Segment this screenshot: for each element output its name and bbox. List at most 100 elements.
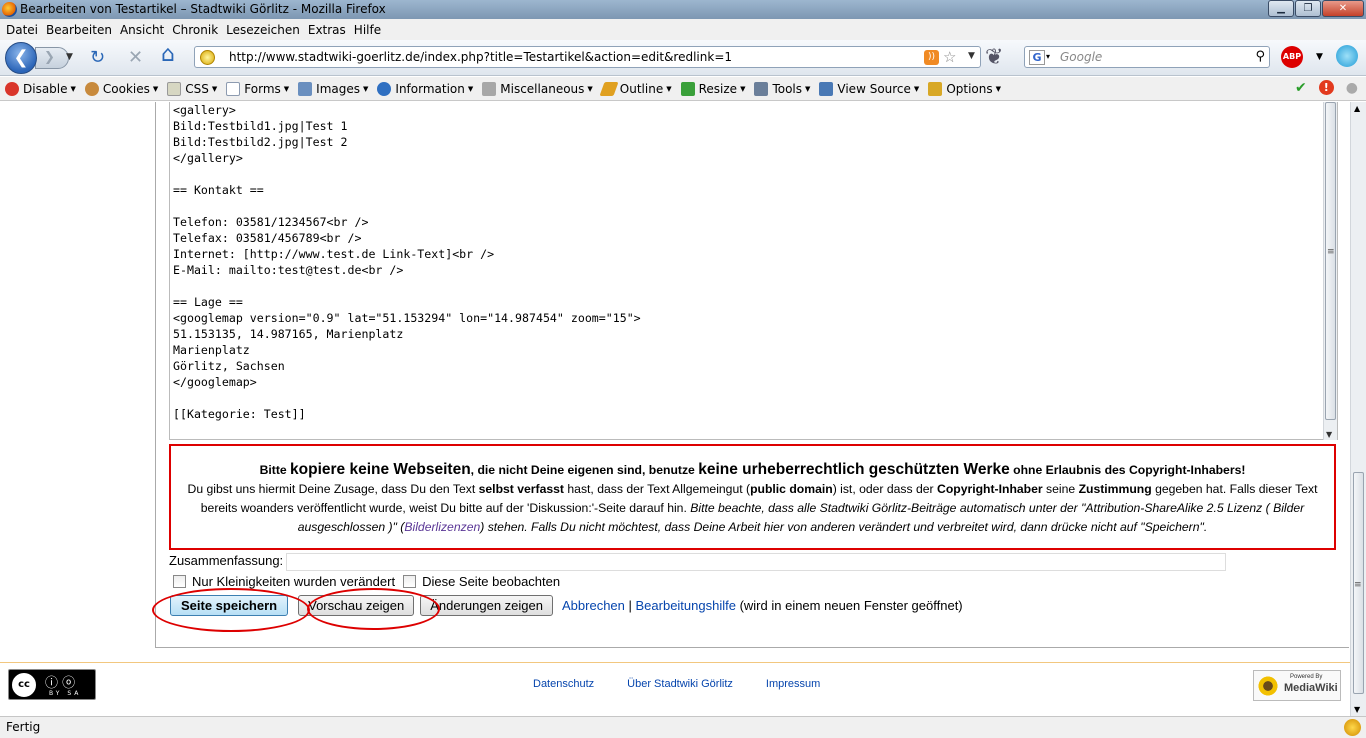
- scroll-down-arrow-icon[interactable]: ▼: [1354, 705, 1360, 714]
- search-engine-icon[interactable]: G: [1029, 50, 1045, 65]
- forms-icon: [226, 81, 241, 96]
- minor-edit-label[interactable]: Nur Kleinigkeiten wurden verändert: [192, 574, 395, 589]
- creative-commons-badge[interactable]: cc ⓘ ⓞ BY SA: [8, 669, 96, 700]
- devbar-options[interactable]: Options ▼: [928, 81, 1002, 96]
- url-text[interactable]: http://www.stadtwiki-goerlitz.de/index.p…: [229, 47, 732, 68]
- devbar-information[interactable]: Information ▼: [377, 81, 473, 96]
- error-icon[interactable]: !: [1318, 80, 1334, 95]
- wikitext-content[interactable]: <gallery> Bild:Testbild1.jpg|Test 1 Bild…: [173, 102, 641, 422]
- outline-pencil-icon: [599, 81, 619, 96]
- summary-input[interactable]: [286, 553, 1226, 571]
- bookmark-star-icon[interactable]: ☆: [943, 48, 956, 66]
- summary-label: Zusammenfassung:: [169, 553, 284, 568]
- devbar-label: Images: [316, 81, 361, 96]
- devbar-label: Disable: [23, 81, 68, 96]
- reload-icon[interactable]: ↻: [90, 48, 105, 68]
- warning-text: hast, dass der Text Allgemeingut (: [564, 482, 751, 496]
- home-icon[interactable]: ⌂: [161, 44, 175, 66]
- editor-scrollbar-thumb[interactable]: [1325, 102, 1336, 420]
- adblock-dropdown-icon[interactable]: ▼: [1316, 52, 1323, 62]
- stop-icon[interactable]: ✕: [128, 48, 143, 68]
- minimize-button[interactable]: ▁: [1268, 0, 1294, 17]
- link-separator: |: [624, 598, 636, 613]
- menu-ansicht[interactable]: Ansicht: [116, 23, 168, 37]
- status-addon-icon[interactable]: [1344, 719, 1361, 736]
- scroll-up-arrow-icon[interactable]: ▲: [1354, 104, 1360, 113]
- forward-button[interactable]: ❯: [35, 47, 69, 69]
- options-key-icon: [928, 81, 943, 96]
- menu-bearbeiten[interactable]: Bearbeiten: [42, 23, 116, 37]
- warning-text: seine: [1042, 482, 1079, 496]
- resize-icon: [680, 81, 695, 96]
- dropdown-arrow-icon: ▼: [995, 84, 1002, 93]
- copyright-warning: Bitte kopiere keine Webseiten, die nicht…: [169, 444, 1336, 550]
- powered-by-label: Powered By: [1290, 674, 1323, 680]
- devbar-cookies[interactable]: Cookies ▼: [84, 81, 158, 96]
- menu-datei[interactable]: Datei: [2, 23, 42, 37]
- dropdown-arrow-icon: ▼: [913, 84, 920, 93]
- search-icon[interactable]: ⚲: [1255, 49, 1265, 64]
- devbar-label: Outline: [619, 81, 664, 96]
- devbar-forms[interactable]: Forms ▼: [226, 81, 289, 96]
- disable-icon: [5, 81, 19, 96]
- window-controls: ▁ ❐ ✕: [1268, 0, 1364, 17]
- copyright-warning-heading: Bitte kopiere keine Webseiten, die nicht…: [177, 460, 1328, 480]
- devbar-label: View Source: [837, 81, 911, 96]
- skype-icon[interactable]: [1336, 45, 1358, 67]
- watch-page-checkbox[interactable]: [403, 575, 417, 588]
- warning-bold: Copyright-Inhaber: [937, 482, 1043, 496]
- valid-check-icon[interactable]: ✔: [1295, 80, 1307, 96]
- devbar-outline[interactable]: Outline ▼: [599, 81, 672, 96]
- footer-link-datenschutz[interactable]: Datenschutz: [533, 678, 594, 690]
- devbar-label: Cookies: [102, 81, 150, 96]
- editing-help-note: (wird in einem neuen Fenster geöffnet): [735, 598, 963, 613]
- url-bar[interactable]: http://www.stadtwiki-goerlitz.de/index.p…: [194, 46, 981, 68]
- footer-link-impressum[interactable]: Impressum: [766, 678, 820, 690]
- devbar-disable[interactable]: Disable ▼: [5, 81, 76, 96]
- warning-bold: selbst verfasst: [478, 482, 564, 496]
- editing-help-link[interactable]: Bearbeitungshilfe: [636, 598, 736, 613]
- devbar-miscellaneous[interactable]: Miscellaneous ▼: [482, 81, 593, 96]
- twitter-bird-icon[interactable]: ❦: [985, 45, 1003, 70]
- wikitext-editor[interactable]: <gallery> Bild:Testbild1.jpg|Test 1 Bild…: [169, 102, 1338, 440]
- page-viewport: <gallery> Bild:Testbild1.jpg|Test 1 Bild…: [0, 102, 1366, 716]
- maximize-button[interactable]: ❐: [1295, 0, 1321, 17]
- powered-by-mediawiki-badge[interactable]: Powered By MediaWiki: [1253, 670, 1341, 701]
- site-identity-icon[interactable]: [200, 50, 215, 65]
- page-scrollbar[interactable]: ▲ ≡ ▼: [1350, 102, 1366, 716]
- devbar-images[interactable]: Images ▼: [298, 81, 368, 96]
- url-dropdown-icon[interactable]: ▼: [968, 51, 975, 61]
- search-input[interactable]: Google: [1060, 47, 1102, 68]
- warning-off-icon[interactable]: ●: [1346, 80, 1358, 96]
- scroll-down-arrow-icon[interactable]: ▼: [1326, 430, 1332, 439]
- rss-feed-icon[interactable]: )): [924, 50, 939, 65]
- cancel-link[interactable]: Abbrechen: [562, 598, 625, 613]
- back-button[interactable]: ❮: [5, 42, 37, 74]
- devbar-resize[interactable]: Resize ▼: [680, 81, 745, 96]
- editor-scrollbar[interactable]: ≡ ▼: [1323, 102, 1337, 440]
- adblock-plus-icon[interactable]: ABP: [1281, 46, 1303, 68]
- search-engine-dropdown-icon[interactable]: ▾: [1046, 52, 1050, 61]
- history-dropdown-icon[interactable]: ▼: [66, 52, 73, 62]
- menu-hilfe[interactable]: Hilfe: [350, 23, 385, 37]
- search-box[interactable]: G ▾ Google ⚲: [1024, 46, 1270, 68]
- menu-extras[interactable]: Extras: [304, 23, 350, 37]
- menu-chronik[interactable]: Chronik: [168, 23, 222, 37]
- devbar-label: Information: [395, 81, 465, 96]
- devbar-view-source[interactable]: View Source ▼: [819, 81, 920, 96]
- devbar-label: Options: [946, 81, 993, 96]
- watch-page-label[interactable]: Diese Seite beobachten: [422, 574, 560, 589]
- information-icon: [377, 81, 392, 96]
- close-button[interactable]: ✕: [1322, 0, 1364, 17]
- bilderlizenzen-link[interactable]: Bilderlizenzen: [404, 520, 480, 534]
- menu-lesezeichen[interactable]: Lesezeichen: [222, 23, 304, 37]
- save-button-annotation-circle: [152, 588, 310, 632]
- show-changes-button[interactable]: Änderungen zeigen: [420, 595, 553, 616]
- web-developer-toolbar: Disable ▼ Cookies ▼ CSS ▼ Forms ▼ Images ▼ In…: [0, 77, 1366, 101]
- devbar-css[interactable]: CSS ▼: [167, 81, 217, 96]
- images-icon: [298, 81, 313, 96]
- devbar-tools[interactable]: Tools ▼: [754, 81, 810, 96]
- footer-link-about[interactable]: Über Stadtwiki Görlitz: [627, 678, 733, 690]
- warning-bold: Zustimmung: [1078, 482, 1152, 496]
- minor-edit-checkbox[interactable]: [173, 575, 186, 588]
